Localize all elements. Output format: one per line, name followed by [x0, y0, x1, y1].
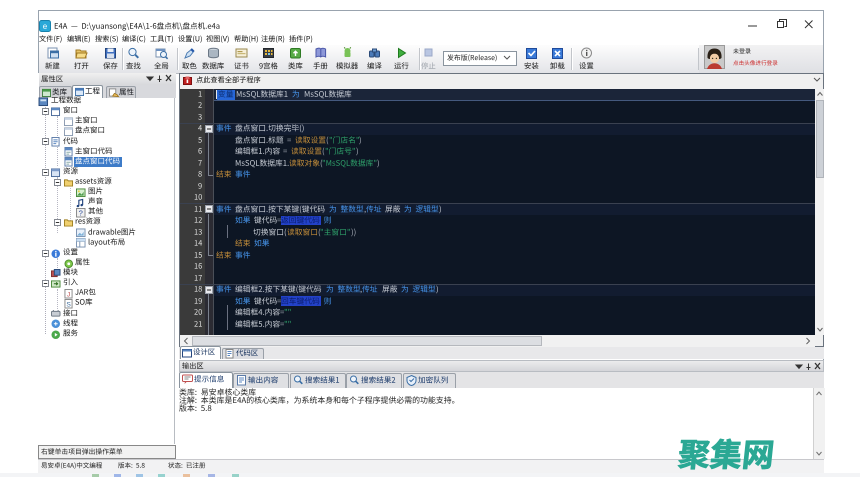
svg-text:?: ?	[79, 209, 83, 218]
svg-text:J: J	[66, 292, 69, 299]
svg-text:e: e	[43, 22, 48, 31]
